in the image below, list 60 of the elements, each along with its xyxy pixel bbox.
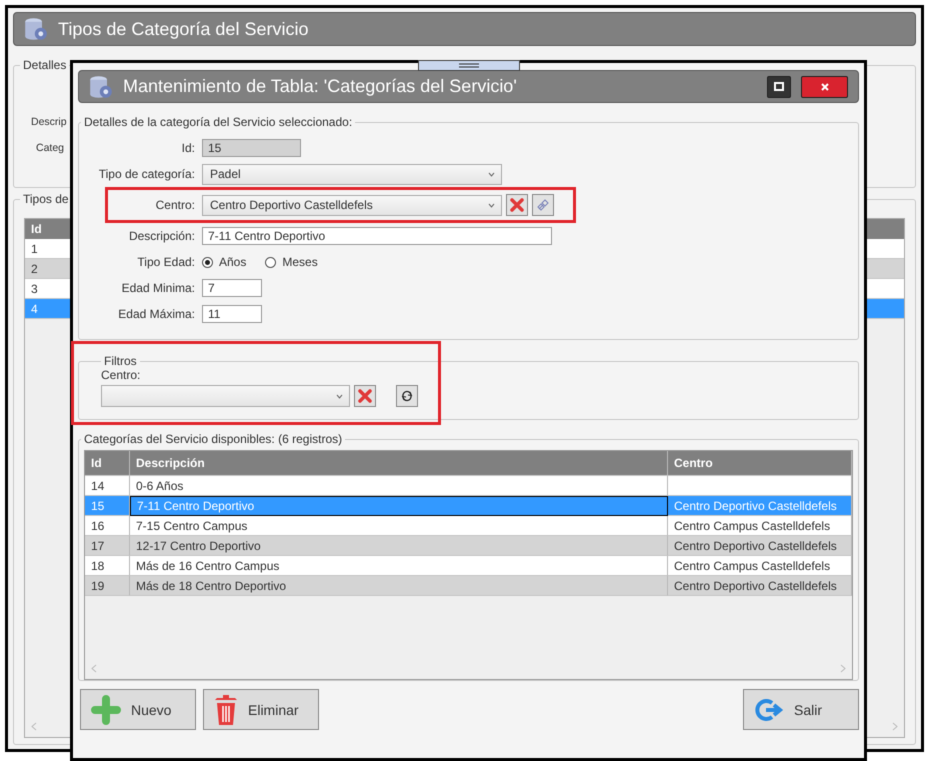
group-legend: Tipos de — [20, 192, 72, 206]
table-row[interactable]: 19 Más de 18 Centro Deportivo Centro Deportivo Castelldefels — [85, 576, 852, 596]
table-cell: 19 — [85, 576, 130, 596]
field-label: Edad Máxima: — [117, 307, 195, 321]
group-legend-text: Categorías del Servicio disponibles: — [84, 432, 275, 446]
maximize-icon — [774, 82, 784, 91]
caret-icon — [336, 394, 343, 398]
table-row[interactable]: 17 12-17 Centro Deportivo Centro Deportivo Castelldefels — [85, 536, 852, 556]
grip-handle[interactable] — [418, 60, 520, 71]
caret-icon — [488, 202, 495, 208]
group-legend: Detalles — [20, 58, 70, 72]
filter-dropdown[interactable] — [101, 385, 350, 407]
close-icon — [357, 388, 373, 404]
refresh-icon — [401, 390, 413, 402]
field-label: Tipo de categoría: — [98, 167, 195, 181]
table-row[interactable]: 14 0-6 Años — [85, 476, 852, 496]
field-label: Edad Minima: — [120, 281, 195, 295]
database-gear-icon — [24, 17, 48, 41]
description-field[interactable]: 7-11 Centro Deportivo — [202, 227, 552, 245]
min-age-field[interactable]: 7 — [202, 279, 262, 297]
id-field[interactable]: 15 — [202, 139, 301, 157]
clear-button[interactable] — [506, 194, 528, 216]
dialog-title: Mantenimiento de Tabla: 'Categorías del Servicio' — [123, 76, 518, 97]
group-legend: Filtros — [101, 354, 140, 368]
table-row[interactable]: 16 7-15 Centro Campus Centro Campus Castelldefels — [85, 516, 852, 536]
radio-option[interactable]: Meses — [265, 255, 318, 269]
link-button[interactable] — [532, 194, 554, 216]
close-icon — [820, 82, 830, 92]
table-cell: Más de 18 Centro Deportivo — [130, 576, 668, 596]
close-button[interactable] — [801, 76, 848, 98]
plus-icon — [91, 694, 121, 724]
close-icon — [509, 197, 525, 213]
field-label: Centro: — [154, 198, 195, 212]
exit-icon — [754, 696, 784, 722]
caret-icon — [488, 172, 495, 176]
field-label: Descrip — [31, 116, 67, 130]
category-dropdown[interactable]: Padel — [202, 164, 502, 184]
window-title: Tipos de Categoría del Servicio — [58, 18, 308, 40]
table-cell: Centro Deportivo Castelldefels — [668, 576, 852, 596]
record-count: (6 registros) — [278, 432, 342, 446]
database-gear-icon — [89, 74, 113, 98]
add-button[interactable]: Nuevo — [80, 689, 196, 730]
field-label: Id: — [180, 141, 195, 155]
exit-button[interactable]: Salir — [743, 689, 859, 730]
table-cell: 0-6 Años — [130, 476, 668, 496]
max-age-field[interactable]: 11 — [202, 305, 262, 323]
radio-option[interactable]: Años — [202, 255, 246, 269]
maximize-button[interactable] — [767, 76, 791, 98]
field-label: Categ — [36, 142, 64, 156]
center-dropdown[interactable]: Centro Deportivo Castelldefels — [202, 194, 502, 216]
field-label: Tipo Edad: — [136, 255, 195, 269]
table-cell: 7-11 Centro Deportivo — [130, 496, 668, 516]
table-row[interactable]: 18 Más de 16 Centro Campus Centro Campus Castelldefels — [85, 556, 852, 576]
trash-icon — [214, 694, 238, 726]
field-label: Centro: — [101, 368, 142, 382]
link-icon — [537, 199, 549, 211]
refresh-button[interactable] — [396, 385, 418, 407]
delete-button[interactable]: Eliminar — [203, 689, 319, 730]
group-legend: Detalles de la categoría del Servicio seleccionado: — [81, 115, 356, 129]
clear-button[interactable] — [354, 385, 376, 407]
